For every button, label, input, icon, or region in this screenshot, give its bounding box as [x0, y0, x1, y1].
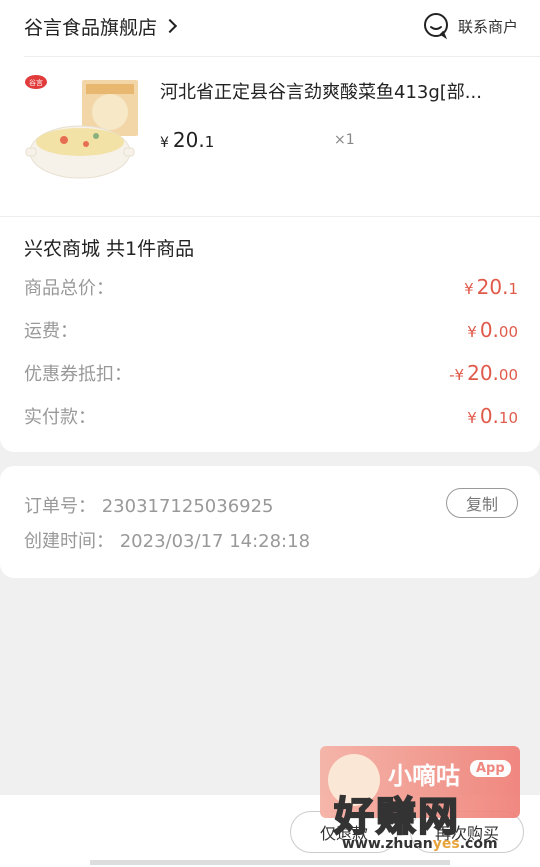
url-highlight: yes: [432, 836, 460, 852]
home-indicator: [90, 860, 450, 865]
summary-row-coupon: 优惠券抵扣： -¥ 20.00: [24, 360, 518, 386]
currency-symbol: ¥: [467, 323, 477, 341]
summary-value: ¥20.1: [464, 275, 518, 299]
url-part: www.zhuan: [342, 836, 433, 852]
value-decimal: 1: [508, 280, 518, 298]
store-name-link[interactable]: 谷言食品旗舰店: [24, 13, 178, 40]
currency-symbol: ¥: [160, 135, 169, 151]
value-decimal: 10: [498, 409, 518, 427]
watermark-app-badge: App: [470, 760, 511, 777]
product-item[interactable]: 谷言 河北省正定县谷言劲爽酸菜鱼413g[部... ¥20.1 ×1: [24, 72, 524, 192]
contact-merchant-button[interactable]: 联系商户: [422, 12, 518, 40]
watermark-url: www.zhuanyes.com: [342, 836, 498, 852]
copy-order-number-button[interactable]: 复制: [446, 488, 518, 518]
product-quantity: ×1: [334, 132, 355, 148]
store-name: 谷言食品旗舰店: [24, 16, 158, 39]
summary-value: -¥ 20.00: [449, 361, 518, 385]
price-decimal: 1: [204, 133, 215, 151]
value-decimal: 00: [498, 366, 518, 384]
summary-label: 实付款：: [24, 407, 96, 428]
value-integer: 20.: [467, 361, 499, 385]
contact-merchant-label: 联系商户: [457, 17, 518, 36]
summary-label: 运费：: [24, 321, 78, 342]
chat-bubble-icon: [423, 13, 448, 40]
currency-symbol: -¥: [449, 366, 465, 384]
divider: [0, 216, 540, 217]
watermark-big-text: 好赚网: [333, 793, 460, 841]
value-integer: 0.: [479, 404, 499, 428]
chevron-right-icon: [162, 18, 178, 34]
currency-symbol: ¥: [467, 409, 477, 427]
product-title: 河北省正定县谷言劲爽酸菜鱼413g[部...: [160, 82, 482, 103]
summary-row-total: 商品总价： ¥20.1: [24, 274, 518, 300]
order-detail-card: 谷言食品旗舰店 联系商户 谷言 河北省正定县谷言劲爽酸菜鱼413g[部... ¥…: [0, 0, 540, 452]
summary-value: ¥0.00: [467, 318, 518, 342]
watermark: 小嘀咕 App 好赚网 www.zhuanyes.com: [320, 746, 520, 858]
divider: [24, 56, 540, 57]
summary-label: 商品总价：: [24, 278, 114, 299]
summary-title: 兴农商城 共1件商品: [24, 238, 195, 260]
store-header: 谷言食品旗舰店 联系商户: [24, 10, 518, 42]
order-number: 订单号： 230317125036925: [24, 496, 274, 517]
currency-symbol: ¥: [464, 280, 474, 298]
summary-row-paid: 实付款： ¥0.10: [24, 403, 518, 429]
url-part: .com: [459, 836, 498, 852]
product-thumbnail: 谷言: [25, 75, 138, 179]
summary-label: 优惠券抵扣：: [24, 364, 132, 385]
summary-value: ¥0.10: [467, 404, 518, 428]
summary-row-shipping: 运费： ¥0.00: [24, 317, 518, 343]
price-integer: 20.: [172, 128, 205, 152]
brand-badge-text: 谷言: [29, 78, 43, 87]
value-decimal: 00: [498, 323, 518, 341]
value-integer: 20.: [476, 275, 509, 299]
product-price: ¥20.1: [160, 128, 214, 152]
value-integer: 0.: [479, 318, 499, 342]
order-info-card: 订单号： 230317125036925 创建时间： 2023/03/17 14…: [0, 466, 540, 578]
order-created-time: 创建时间： 2023/03/17 14:28:18: [24, 531, 311, 552]
